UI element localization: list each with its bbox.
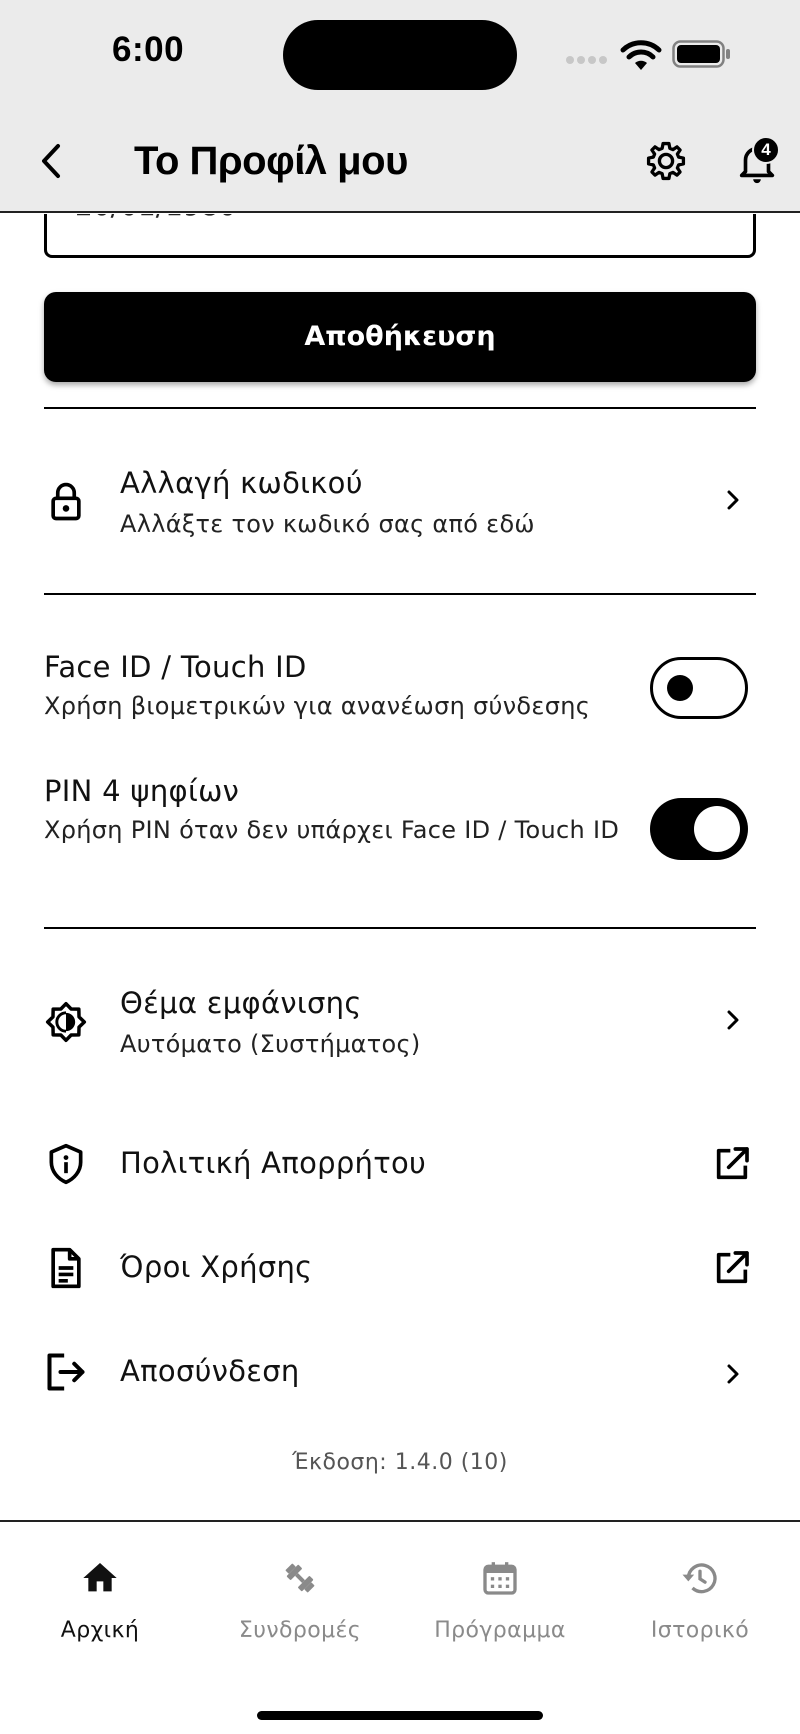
external-link-icon bbox=[716, 1147, 749, 1180]
dynamic-island bbox=[283, 20, 517, 90]
nav-label-history: Ιστορικό bbox=[650, 1618, 750, 1643]
logout-title: Αποσύνδεση bbox=[120, 1354, 300, 1388]
page-title: Το Προφίλ μου bbox=[134, 139, 408, 183]
theme-title: Θέμα εμφάνισης bbox=[120, 986, 362, 1020]
nav-label-schedule: Πρόγραμμα bbox=[434, 1618, 566, 1643]
terms-of-use-title: Όροι Χρήσης bbox=[120, 1250, 313, 1284]
theme-row[interactable]: Θέμα εμφάνισης Αυτόματο (Συστήματος) bbox=[0, 954, 800, 1094]
pin-subtitle: Χρήση PIN όταν δεν υπάρχει Face ID / Tou… bbox=[44, 816, 620, 844]
save-button[interactable]: Αποθήκευση bbox=[44, 292, 756, 382]
brightness-icon bbox=[45, 1001, 87, 1043]
biometrics-subtitle: Χρήση βιομετρικών για ανανέωση σύνδεσης bbox=[44, 692, 591, 720]
app-version: Έκδοση: 1.4.0 (10) bbox=[292, 1450, 508, 1475]
logout-row[interactable]: Αποσύνδεση bbox=[0, 1326, 800, 1422]
privacy-policy-row[interactable]: Πολιτική Απορρήτου bbox=[0, 1118, 800, 1214]
change-password-row[interactable]: Αλλαγή κωδικού Αλλάξτε τον κωδικό σας απ… bbox=[0, 434, 800, 574]
theme-subtitle: Αυτόματο (Συστήματος) bbox=[120, 1030, 421, 1058]
pin-title: PIN 4 ψηφίων bbox=[44, 774, 240, 808]
biometrics-title: Face ID / Touch ID bbox=[44, 650, 307, 684]
nav-item-subscriptions[interactable]: Συνδρομές bbox=[200, 1522, 400, 1672]
chevron-right-icon bbox=[727, 1364, 739, 1384]
divider bbox=[44, 593, 756, 595]
divider bbox=[44, 927, 756, 929]
nav-label-home: Αρχική bbox=[60, 1618, 140, 1643]
change-password-title: Αλλαγή κωδικού bbox=[120, 466, 363, 500]
wifi-icon bbox=[620, 40, 662, 70]
chevron-right-icon bbox=[727, 490, 739, 510]
biometrics-toggle[interactable] bbox=[650, 657, 748, 719]
calendar-icon bbox=[483, 1562, 517, 1595]
change-password-subtitle: Αλλάξτε τον κωδικό σας από εδώ bbox=[120, 510, 535, 538]
lock-icon bbox=[51, 482, 81, 521]
notification-badge: 4 bbox=[752, 136, 780, 164]
terms-of-use-row[interactable]: Όροι Χρήσης bbox=[0, 1222, 800, 1318]
home-icon bbox=[83, 1563, 117, 1592]
bottom-navigation: Αρχική Συνδρομές Πρόγραμμα Ιστορικό bbox=[0, 1520, 800, 1734]
birthdate-field[interactable]: 20/01/1980 bbox=[44, 214, 756, 258]
nav-label-subscriptions: Συνδρομές bbox=[238, 1618, 362, 1643]
privacy-policy-title: Πολιτική Απορρήτου bbox=[120, 1146, 427, 1180]
nav-item-schedule[interactable]: Πρόγραμμα bbox=[400, 1522, 600, 1672]
logout-icon bbox=[47, 1353, 85, 1391]
history-icon bbox=[682, 1563, 717, 1594]
pin-toggle[interactable] bbox=[650, 798, 748, 860]
nav-item-home[interactable]: Αρχική bbox=[0, 1522, 200, 1672]
toggle-knob bbox=[694, 806, 740, 852]
nav-item-history[interactable]: Ιστορικό bbox=[600, 1522, 800, 1672]
status-bar: 6:00 bbox=[0, 0, 800, 112]
dumbbell-icon bbox=[285, 1563, 315, 1593]
app-header: Το Προφίλ μου 4 bbox=[0, 112, 800, 213]
chevron-right-icon bbox=[727, 1010, 739, 1030]
status-time: 6:00 bbox=[112, 30, 185, 69]
cellular-signal-icon bbox=[566, 56, 608, 66]
toggle-knob bbox=[667, 675, 693, 701]
document-icon bbox=[51, 1247, 81, 1289]
divider bbox=[44, 407, 756, 409]
home-indicator bbox=[257, 1711, 543, 1720]
battery-icon bbox=[672, 40, 730, 68]
back-arrow-icon[interactable] bbox=[32, 136, 72, 186]
profile-content[interactable]: 20/01/1980 Αποθήκευση Αλλαγή κωδικού Αλλ… bbox=[0, 214, 800, 1521]
external-link-icon bbox=[716, 1251, 749, 1284]
shield-info-icon bbox=[49, 1143, 83, 1185]
gear-icon[interactable] bbox=[644, 138, 688, 184]
